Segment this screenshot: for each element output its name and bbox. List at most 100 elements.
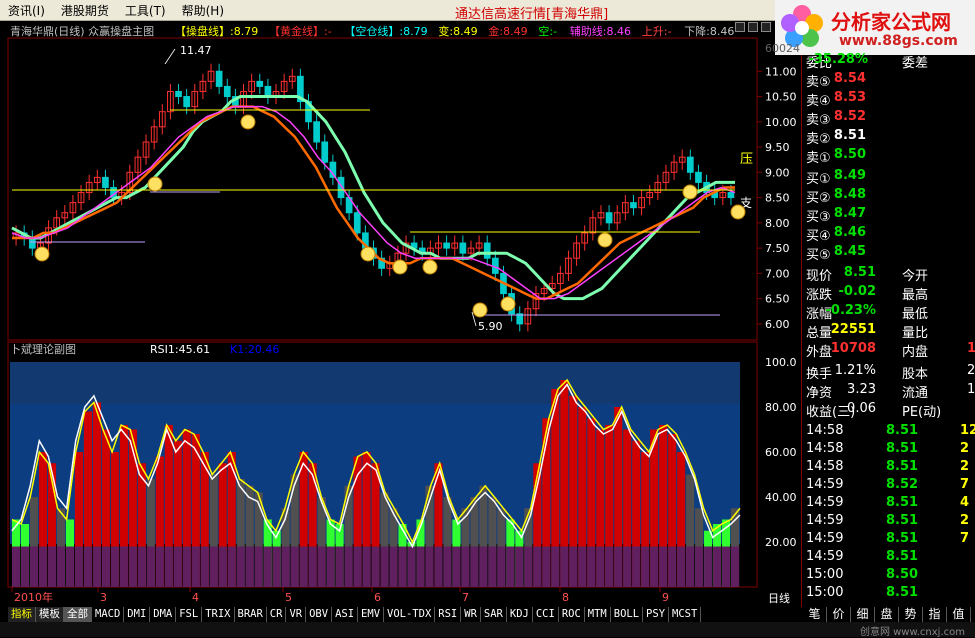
panel-tab-4[interactable]: 势 (899, 607, 923, 622)
menu-info[interactable]: 资讯(I) (0, 2, 53, 19)
bid-price: 8.45 (833, 244, 866, 259)
tick-time: 14:59 (806, 549, 844, 564)
smiley-icon (147, 176, 163, 192)
panel-tab-0[interactable]: 笔 (803, 607, 827, 622)
tab-指标[interactable]: 指标 (8, 607, 36, 622)
panel-tab-3[interactable]: 盘 (875, 607, 899, 622)
sub-bar-base (281, 546, 290, 587)
main-y-tick-label-7: 7.50 (765, 242, 790, 255)
quote-label: 涨跌 (806, 288, 833, 303)
tick-volume: 7 (960, 531, 970, 546)
sub-y-tick-label-0: 100.0 (765, 356, 797, 369)
tab-mcst[interactable]: MCST (669, 607, 702, 622)
tab-roc[interactable]: ROC (558, 607, 585, 622)
sub-bar-base (731, 546, 740, 587)
sub-bar-base (308, 546, 317, 587)
tab-obv[interactable]: OBV (306, 607, 333, 622)
bid-price: 8.46 (833, 225, 866, 240)
tab-fsl[interactable]: FSL (176, 607, 203, 622)
sub-bar-base (551, 546, 560, 587)
panel-tab-6[interactable]: 值 (947, 607, 971, 622)
tick-price: 8.51 (886, 585, 919, 600)
sub-bar-base (209, 546, 218, 587)
committee-row: 委比 -35.28% 委差 (802, 52, 975, 71)
stat-row: 收益(三) 0.06 PE(动) (802, 401, 975, 420)
tab-dmi[interactable]: DMI (124, 607, 151, 622)
sub-bar-base (380, 546, 389, 587)
main-legend-item-6: 辅助线:8.46 (570, 24, 631, 38)
tab-wr[interactable]: WR (461, 607, 481, 622)
smiley-icon (500, 296, 516, 312)
tick-time: 14:59 (806, 495, 844, 510)
sub-bar-base (722, 546, 731, 587)
tab-macd[interactable]: MACD (92, 607, 125, 622)
sub-bar-base (119, 546, 128, 587)
tab-psy[interactable]: PSY (643, 607, 670, 622)
tab-sar[interactable]: SAR (480, 607, 507, 622)
bid-label: 买③ (806, 210, 831, 225)
bid-label: 买⑤ (806, 248, 831, 263)
tab-模板[interactable]: 模板 (36, 607, 64, 622)
bid-level-3: 买③ 8.47 (802, 206, 975, 225)
tab-brar[interactable]: BRAR (234, 607, 267, 622)
sub-bar-base (173, 546, 182, 587)
tab-mtm[interactable]: MTM (584, 607, 611, 622)
tab-emv[interactable]: EMV (358, 607, 385, 622)
tab-dma[interactable]: DMA (150, 607, 177, 622)
sub-bar-base (497, 546, 506, 587)
sub-legend-item-0: RSI1:45.61 (150, 343, 210, 356)
candle-body (183, 96, 191, 108)
low-label: 5.90 (478, 320, 503, 333)
sub-bar-base (200, 546, 209, 587)
tab-rsi[interactable]: RSI (435, 607, 462, 622)
sub-bar-base (155, 546, 164, 587)
sub-bar-base (479, 546, 488, 587)
sub-bar-base (623, 546, 632, 587)
tick-row: 14:58 8.51 12 (802, 423, 975, 441)
main-legend-item-2: 【空仓线】:8.79 (344, 24, 427, 38)
tab-cr[interactable]: CR (266, 607, 287, 622)
ask-level-3: 卖③ 8.52 (802, 109, 975, 128)
menu-tools[interactable]: 工具(T) (117, 2, 174, 19)
tab-vr[interactable]: VR (286, 607, 307, 622)
sub-bar-base (29, 546, 39, 587)
x-tick-label-2: 4 (192, 591, 199, 604)
tick-price: 8.51 (886, 549, 919, 564)
main-y-tick-label-2: 10.00 (765, 116, 797, 129)
quote-label-2: 量比 (902, 326, 929, 341)
sub-bar-base (218, 546, 227, 587)
sub-bar-base (434, 546, 443, 587)
candle-body (686, 156, 694, 173)
sub-bar-base (470, 546, 479, 587)
menu-help[interactable]: 帮助(H) (174, 2, 232, 19)
tab-kdj[interactable]: KDJ (506, 607, 533, 622)
bid-label: 买② (806, 191, 831, 206)
bid-price: 8.49 (833, 168, 866, 183)
panel-tab-2[interactable]: 细 (851, 607, 875, 622)
sub-legend-item-1: K1:20.46 (230, 343, 279, 356)
tab-vol-tdx[interactable]: VOL-TDX (384, 607, 436, 622)
tab-boll[interactable]: BOLL (610, 607, 644, 622)
sub-y-tick-label-4: 20.00 (765, 536, 797, 549)
sub-bar-base (389, 546, 398, 587)
committee-value: -35.28% (808, 52, 868, 67)
tick-time: 15:00 (806, 585, 844, 600)
tab-cci[interactable]: CCI (532, 607, 559, 622)
tab-trix[interactable]: TRIX (202, 607, 235, 622)
panel-tab-5[interactable]: 指 (923, 607, 947, 622)
menu-hk-futures[interactable]: 港股期货 (53, 2, 117, 19)
panel-tab-1[interactable]: 价 (827, 607, 851, 622)
quote-label-2: 内盘 (902, 345, 929, 360)
tab-asi[interactable]: ASI (332, 607, 359, 622)
stock-chart[interactable]: 青海华鼎(日线) 众赢操盘主图 【操盘线】:8.79 【黄金线】:- 【空仓线】:8… (0, 22, 800, 607)
sub-bar-base (236, 546, 245, 587)
smiley-icon (682, 184, 698, 200)
sub-bar-base (686, 546, 695, 587)
sub-bar-base (668, 546, 677, 587)
tick-volume: 2 (960, 459, 970, 474)
tab-全部[interactable]: 全部 (64, 607, 92, 622)
quote-row: 外盘10708 内盘 11 (802, 341, 975, 360)
sub-bar-base (416, 546, 425, 587)
tick-volume: 4 (960, 495, 970, 510)
sub-bar-base (272, 546, 281, 587)
